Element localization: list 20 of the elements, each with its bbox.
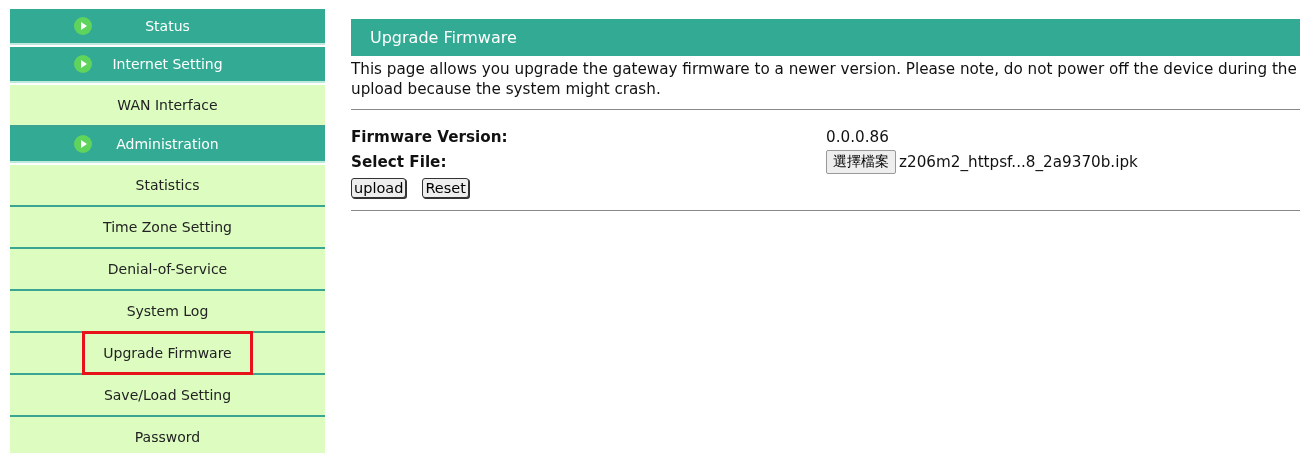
menu-item[interactable]: Denial-of-Service <box>10 249 325 291</box>
page-title: Upgrade Firmware <box>351 19 1300 56</box>
field-label: Select File: <box>351 153 448 171</box>
menu-item[interactable]: WAN Interface <box>10 85 325 127</box>
menu-item[interactable]: Statistics <box>10 165 325 207</box>
choose-file-button[interactable]: 選擇檔案 <box>826 150 896 174</box>
menu-item[interactable]: System Log <box>10 291 325 333</box>
description: This page allows you upgrade the gateway firmware to a newer version. Please note, do not power off the device during the upload because the system might crash. <box>351 59 1298 99</box>
menu-item[interactable]: Upgrade Firmware <box>10 333 325 375</box>
field-value: 0.0.0.86 <box>826 128 890 146</box>
menu-item[interactable]: Password <box>10 417 325 453</box>
menu-item[interactable]: Save/Load Setting <box>10 375 325 417</box>
menu-item[interactable]: Time Zone Setting <box>10 207 325 249</box>
reset-button[interactable]: Reset <box>422 178 469 198</box>
upload-button[interactable]: upload <box>351 178 407 198</box>
field-label: Firmware Version: <box>351 128 509 146</box>
file-name: z206m2_httpsf...8_2a9370b.ipk <box>899 153 1138 171</box>
play-icon <box>74 55 92 73</box>
play-icon <box>74 135 92 153</box>
play-icon <box>74 17 92 35</box>
